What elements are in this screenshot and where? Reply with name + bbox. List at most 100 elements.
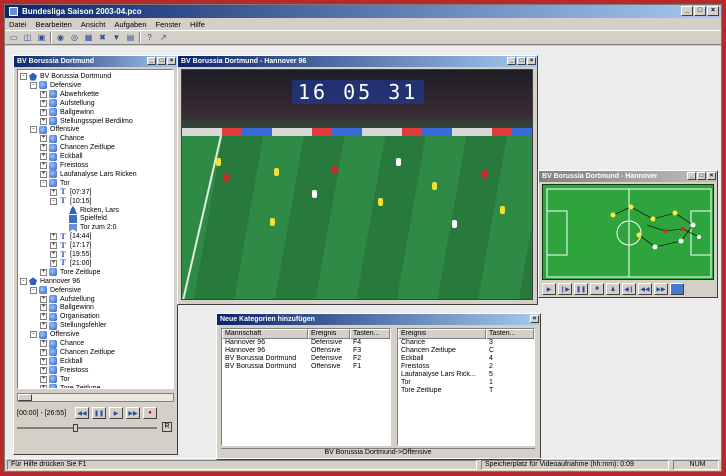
pause-icon[interactable]: ❚❚ [574,283,588,295]
tree-node[interactable]: + Ballgewinn [40,303,94,312]
tree-node[interactable]: + T [17:17] [50,241,91,250]
tree-node[interactable]: + T [14:44] [50,232,91,241]
tree-node[interactable]: + Chance [40,134,84,143]
expand-toggle-icon[interactable]: + [40,162,47,169]
expand-toggle-icon[interactable]: + [50,233,57,241]
tree-node[interactable]: + Laufanalyse Lars Ricken [40,170,137,179]
expand-toggle-icon[interactable]: + [40,313,47,321]
maximize-button[interactable]: □ [694,6,706,16]
pause-icon[interactable]: ❚❚ [92,407,107,419]
tree-node[interactable]: + T [07:37] [50,188,91,197]
tree-node[interactable]: + Chance [40,339,84,348]
tree-node[interactable]: Spielfeld [60,214,107,223]
tree-node[interactable]: + Aufstellung [40,99,95,108]
column-mannschaft[interactable]: Mannschaft [222,329,308,339]
expand-toggle-icon[interactable]: - [20,277,27,285]
dialog-title-bar[interactable]: Neue Kategorien hinzufügen × [217,314,540,325]
expand-toggle-icon[interactable]: + [40,108,47,116]
tree-node[interactable]: - Offensive [30,125,79,134]
context-help-icon[interactable]: ↗ [158,32,169,43]
tree-node[interactable]: + T [21:00] [50,259,91,268]
expand-toggle-icon[interactable]: + [40,99,47,107]
column-ereignis[interactable]: Ereignis [398,329,486,339]
video-minimize-button[interactable]: _ [507,57,516,65]
table-row[interactable]: Eckball 4 [398,355,534,363]
table-row[interactable]: Hannover 96 Offensive F3 [222,347,390,355]
column-ereignis[interactable]: Ereignis [308,329,350,339]
expand-toggle-icon[interactable]: + [40,90,47,98]
tree-node[interactable]: + Organisation [40,312,100,321]
expand-toggle-icon[interactable]: + [40,295,47,303]
tree-window-title-bar[interactable]: BV Borussia Dortmund _ □ × [14,56,177,67]
expand-toggle-icon[interactable]: + [50,188,57,196]
expand-toggle-icon[interactable]: - [30,286,37,294]
pitch-diagram[interactable] [542,184,714,280]
video-close-button[interactable]: × [527,57,536,65]
expand-toggle-icon[interactable]: + [40,366,47,374]
timeline-scrollbar[interactable] [17,393,174,402]
dialog-close-button[interactable]: × [530,315,539,323]
pitch-minimize-button[interactable]: _ [687,172,696,180]
cut-icon[interactable]: ✖ [97,32,108,43]
expand-toggle-icon[interactable]: + [40,348,47,356]
tree-node[interactable]: Ricken, Lars [60,206,119,215]
tree-node[interactable]: + Freistoss [40,366,88,375]
team-event-table[interactable]: Mannschaft Ereignis Tasten... Hannover 9… [221,328,391,446]
video-window-title-bar[interactable]: BV Borussia Dortmund - Hannover 96 _ □ × [178,56,537,67]
column-tasten[interactable]: Tasten... [350,329,390,339]
expand-toggle-icon[interactable]: + [50,251,57,258]
table-row[interactable]: Chancen Zeitlupe C [398,347,534,355]
tree-node[interactable]: - Defensive [30,81,81,90]
menu-ansicht[interactable]: Ansicht [81,20,106,29]
r-button[interactable]: R [162,422,172,432]
event-key-table[interactable]: Ereignis Tasten... Chance 3 Chancen Zeitlu… [397,328,535,446]
menu-fenster[interactable]: Fenster [156,20,181,29]
expand-toggle-icon[interactable]: + [50,259,57,267]
category-tree[interactable]: - BV Borussia Dortmund - Defensive + Abwehrke… [17,69,174,389]
menu-datei[interactable]: Datei [9,20,27,29]
tree-node[interactable]: + Freistoss [40,161,88,170]
column-tasten[interactable]: Tasten... [486,329,534,339]
help-icon[interactable]: ? [144,32,155,43]
table-row[interactable]: Chance 3 [398,339,534,347]
tree-node[interactable]: + Chancen Zeitlupe [40,348,115,357]
table-row[interactable]: Laufanalyse Lars Rick... 5 [398,371,534,379]
expand-toggle-icon[interactable]: + [40,144,47,152]
expand-toggle-icon[interactable]: + [40,304,47,312]
expand-toggle-icon[interactable]: - [30,331,37,339]
tree-node[interactable]: + Stellungsspiel Berdilmo [40,117,133,126]
menu-hilfe[interactable]: Hilfe [190,20,205,29]
tree-node[interactable]: + Eckball [40,357,83,366]
table-row[interactable]: Freistoss 2 [398,363,534,371]
forward-icon[interactable]: ▶▶ [126,407,141,419]
tree-node[interactable]: + Eckball [40,152,83,161]
back-icon[interactable]: ◀❙ [622,283,636,295]
print-icon[interactable]: ▤ [125,32,136,43]
tree-node[interactable]: - Offensive [30,330,79,339]
tree-close-button[interactable]: × [167,57,176,65]
expand-toggle-icon[interactable]: + [40,357,47,365]
table-row[interactable]: BV Borussia Dortmund Offensive F1 [222,363,390,371]
play-icon[interactable]: ▶ [109,407,124,419]
step-icon[interactable]: ❙▶ [558,283,572,295]
expand-toggle-icon[interactable]: - [20,73,27,80]
grid-icon[interactable]: ▦ [83,32,94,43]
expand-toggle-icon[interactable]: + [40,340,47,347]
record-icon[interactable]: ● [143,407,158,419]
expand-toggle-icon[interactable]: + [40,135,47,143]
capture-icon[interactable]: ◎ [69,32,80,43]
video-maximize-button[interactable]: □ [517,57,526,65]
table-row[interactable]: Hannover 96 Defensive F4 [222,339,390,347]
menu-aufgaben[interactable]: Aufgaben [114,20,146,29]
color-swatch-icon[interactable] [670,283,684,295]
expand-toggle-icon[interactable]: + [40,170,47,178]
table-row[interactable]: Tore Zeitlupe T [398,387,534,395]
expand-toggle-icon[interactable]: + [40,117,47,125]
table-row[interactable]: Tor 1 [398,379,534,387]
tree-maximize-button[interactable]: □ [157,57,166,65]
save-icon[interactable]: ▣ [36,32,47,43]
expand-toggle-icon[interactable]: + [40,375,47,383]
new-icon[interactable]: ▭ [8,32,19,43]
tree-node[interactable]: + Chancen Zeitlupe [40,143,115,152]
expand-toggle-icon[interactable]: - [30,81,37,89]
